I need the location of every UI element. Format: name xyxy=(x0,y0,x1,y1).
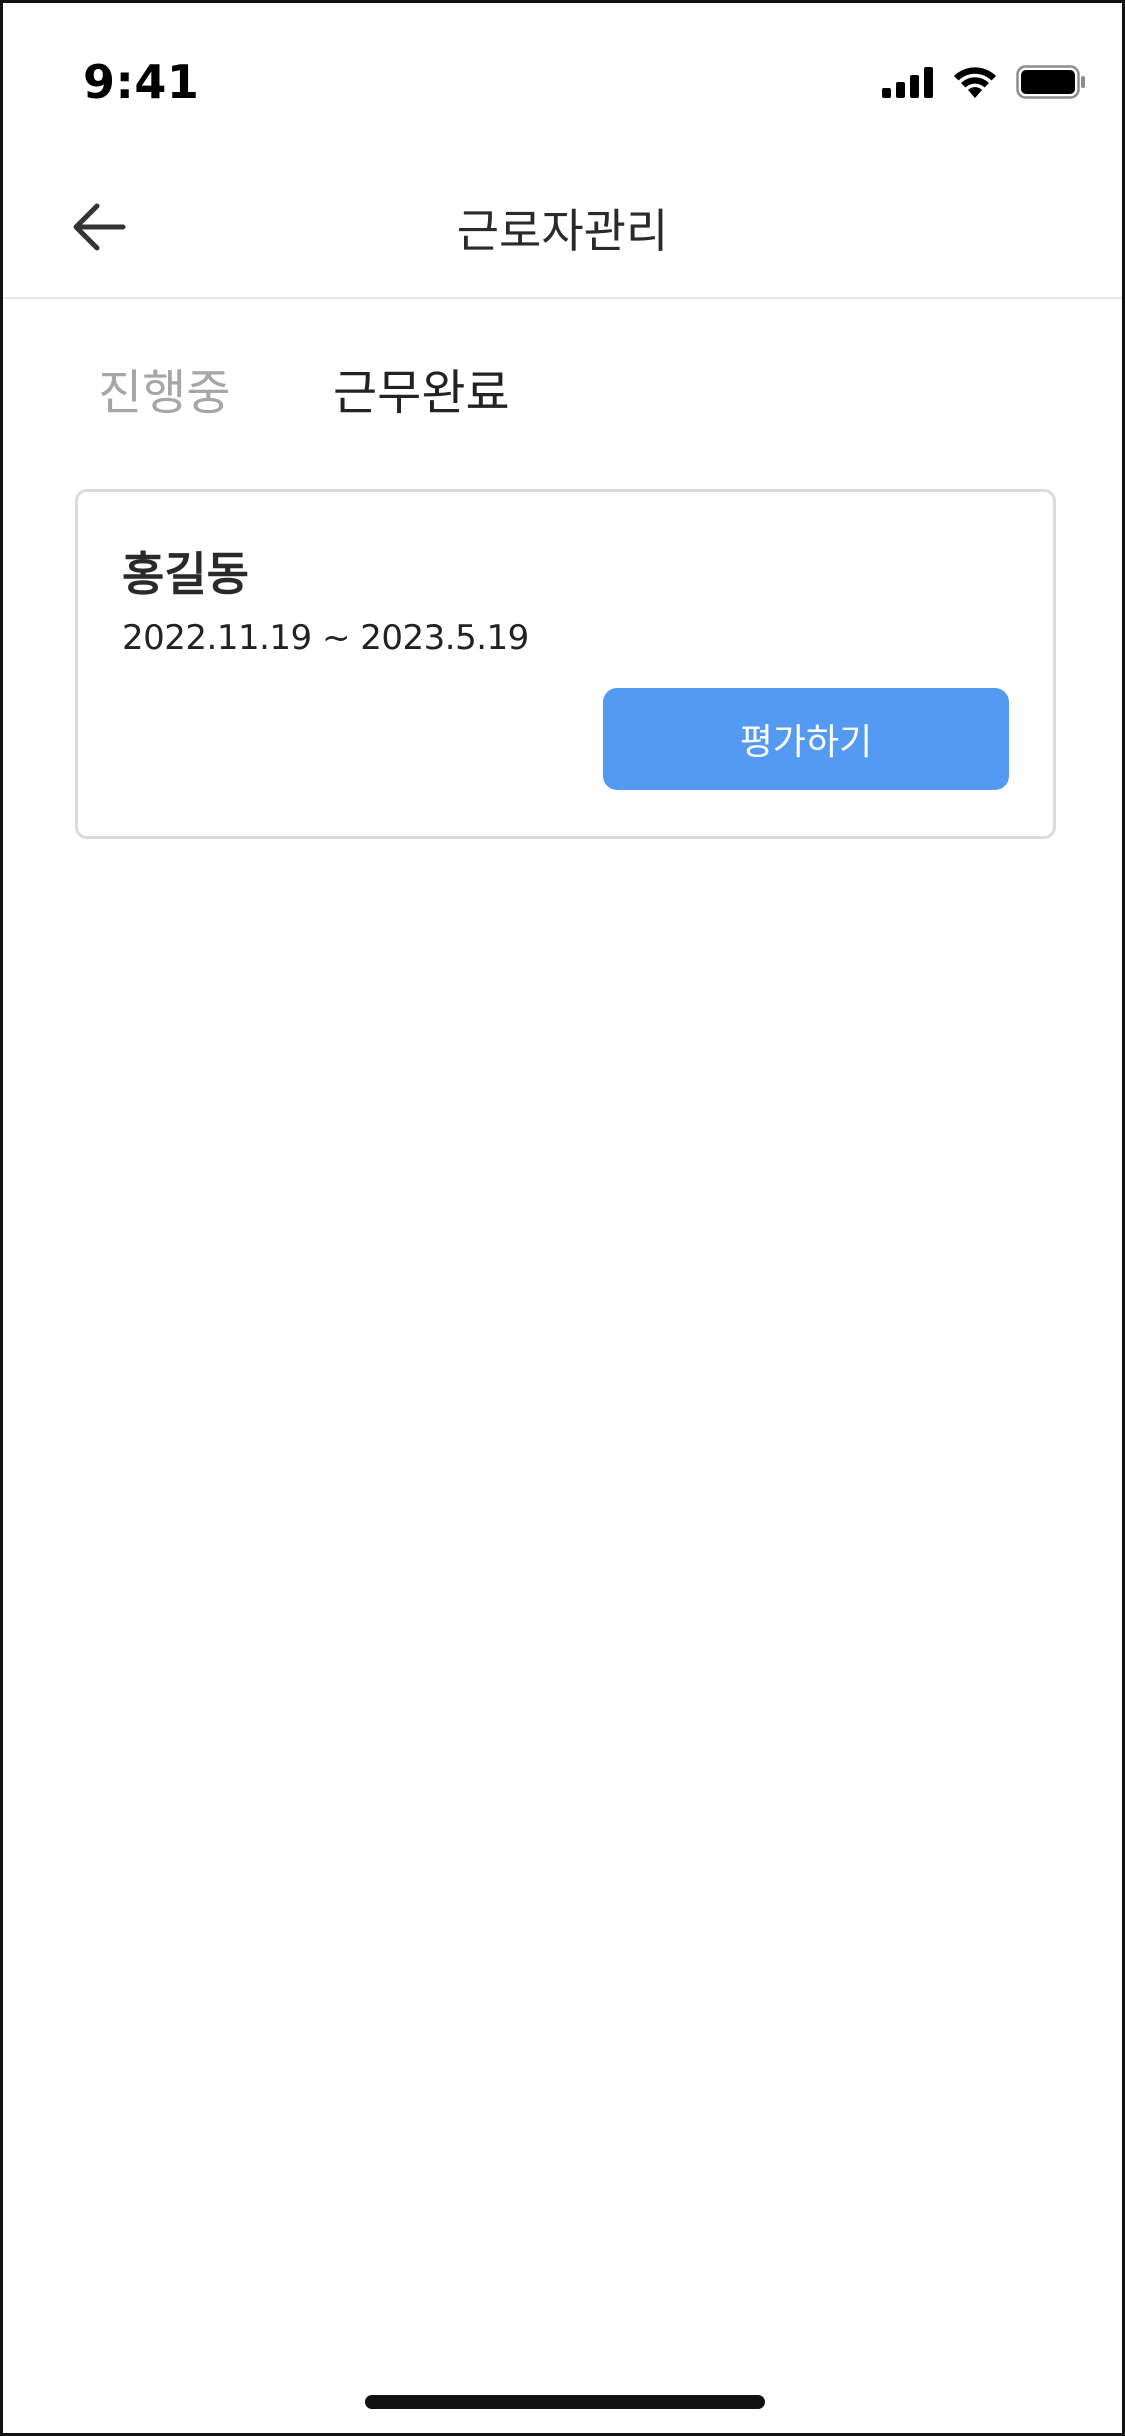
app-screen: 9:41 근로자관리 진행중 근무완료 홍길동 2022.11.19 ~ 202… xyxy=(0,0,1125,2436)
wifi-icon xyxy=(952,65,998,103)
tab-work-completed[interactable]: 근무완료 xyxy=(333,353,510,423)
tab-in-progress[interactable]: 진행중 xyxy=(98,353,230,423)
work-period: 2022.11.19 ~ 2023.5.19 xyxy=(122,618,529,658)
app-header: 근로자관리 xyxy=(3,153,1122,299)
status-bar: 9:41 xyxy=(3,3,1122,153)
status-tabs: 진행중 근무완료 xyxy=(3,353,1122,433)
worker-name: 홍길동 xyxy=(122,547,249,601)
battery-icon xyxy=(1016,65,1086,103)
cellular-signal-icon xyxy=(882,66,934,102)
page-title: 근로자관리 xyxy=(456,204,669,258)
home-indicator[interactable] xyxy=(365,2395,765,2409)
status-icons xyxy=(882,65,1086,103)
worker-card: 홍길동 2022.11.19 ~ 2023.5.19 평가하기 xyxy=(75,489,1056,839)
status-time: 9:41 xyxy=(83,55,200,109)
evaluate-button[interactable]: 평가하기 xyxy=(603,688,1009,790)
